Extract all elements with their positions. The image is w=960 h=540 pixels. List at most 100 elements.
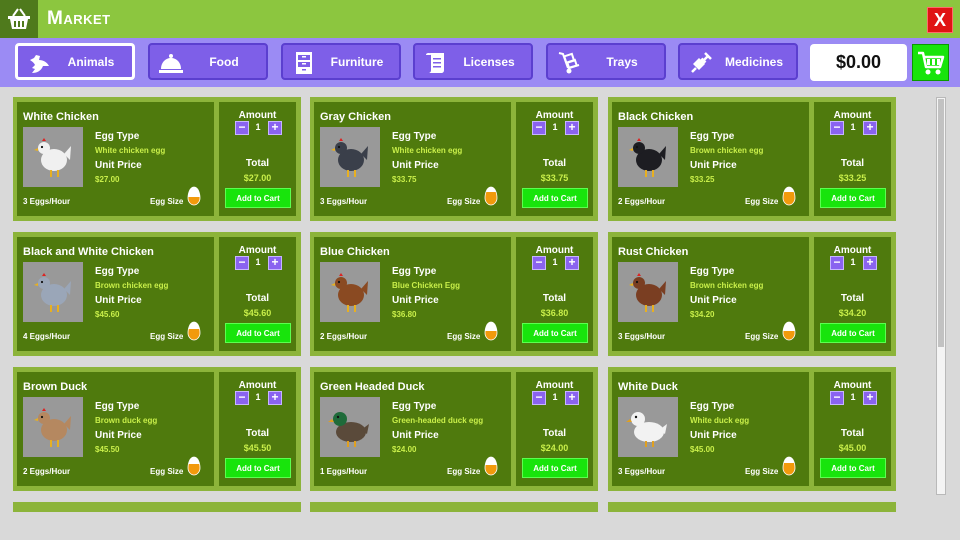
amount-panel: Amount −1 + Total $36.80 Add to Cart (516, 237, 593, 351)
amount-panel: Amount −1 + Total $33.75 Add to Cart (516, 102, 593, 216)
egg-type-label: Egg Type (95, 131, 140, 142)
product-card: Black Chicken Egg Type Brown chicken egg Un… (608, 97, 896, 221)
scrollbar[interactable] (936, 97, 946, 495)
total-value: $24.00 (540, 443, 569, 453)
unit-price-value: $24.00 (392, 445, 417, 454)
tab-furniture[interactable]: Furniture (281, 43, 401, 80)
amount-value: 1 (255, 392, 261, 402)
egg-rate: 4 Eggs/Hour (23, 332, 71, 341)
decrease-amount-button[interactable]: − (830, 121, 844, 135)
unit-price-value: $36.80 (392, 310, 417, 319)
product-info-panel: Black and White Chicken Egg Type Brown chi… (17, 237, 214, 351)
egg-type-value: Brown chicken egg (95, 281, 169, 290)
tab-trays[interactable]: Trays (546, 43, 666, 80)
egg-size-label: Egg Size (150, 467, 184, 476)
unit-price-value: $45.00 (690, 445, 715, 454)
unit-price-label: Unit Price (95, 160, 142, 171)
unit-price-label: Unit Price (392, 430, 439, 441)
increase-amount-button[interactable]: + (565, 256, 579, 270)
total-label: Total (245, 158, 270, 169)
increase-amount-button[interactable]: + (268, 121, 282, 135)
add-to-cart-button[interactable]: Add to Cart (522, 458, 588, 478)
total-value: $36.80 (540, 308, 569, 318)
scrollbar-thumb[interactable] (938, 99, 944, 347)
add-to-cart-button[interactable]: Add to Cart (225, 458, 291, 478)
tab-label: Animals (67, 54, 115, 69)
decrease-amount-button[interactable]: − (830, 256, 844, 270)
hand-truck-icon (556, 50, 582, 76)
amount-value: 1 (255, 122, 261, 132)
tab-label: Trays (606, 54, 638, 69)
egg-type-label: Egg Type (392, 131, 437, 142)
egg-size-icon (782, 186, 796, 206)
egg-type-label: Egg Type (690, 401, 735, 412)
add-to-cart-button[interactable]: Add to Cart (522, 188, 588, 208)
tab-licenses[interactable]: Licenses (413, 43, 533, 80)
tab-label: Food (209, 54, 239, 69)
amount-label: Amount (238, 110, 277, 121)
product-name: Brown Duck (23, 381, 88, 393)
egg-size-label: Egg Size (447, 332, 481, 341)
product-info-panel: Blue Chicken Egg Type Blue Chicken Egg Unit… (314, 237, 511, 351)
amount-panel: Amount −1 + Total $45.00 Add to Cart (814, 372, 891, 486)
tab-animals[interactable]: Animals (15, 43, 135, 80)
egg-rate: 2 Eggs/Hour (23, 467, 71, 476)
product-list: White Chicken Egg Type White chicken egg Un… (0, 87, 960, 540)
total-label: Total (840, 293, 865, 304)
decrease-amount-button[interactable]: − (235, 256, 249, 270)
add-to-cart-button[interactable]: Add to Cart (522, 323, 588, 343)
add-to-cart-button[interactable]: Add to Cart (820, 458, 886, 478)
add-to-cart-button[interactable]: Add to Cart (820, 323, 886, 343)
increase-amount-button[interactable]: + (565, 121, 579, 135)
add-to-cart-button[interactable]: Add to Cart (820, 188, 886, 208)
product-image (23, 397, 83, 457)
amount-value: 1 (552, 392, 558, 402)
egg-type-value: Brown chicken egg (690, 146, 764, 155)
tab-food[interactable]: Food (148, 43, 268, 80)
unit-price-value: $45.60 (95, 310, 120, 319)
product-card: Brown Duck Egg Type Brown duck egg Unit Pri… (13, 367, 301, 491)
egg-size-label: Egg Size (745, 197, 779, 206)
tab-medicines[interactable]: Medicines (678, 43, 798, 80)
total-value: $33.75 (540, 173, 569, 183)
egg-size-label: Egg Size (745, 332, 779, 341)
egg-size-icon (187, 186, 201, 206)
increase-amount-button[interactable]: + (863, 121, 877, 135)
product-info-panel: Green Headed Duck Egg Type Green-headed du… (314, 372, 511, 486)
decrease-amount-button[interactable]: − (532, 256, 546, 270)
product-card: Blue Chicken Egg Type Blue Chicken Egg Unit… (310, 232, 598, 356)
decrease-amount-button[interactable]: − (235, 391, 249, 405)
bird-icon (26, 51, 52, 77)
tab-label: Medicines (724, 54, 784, 69)
egg-rate: 3 Eggs/Hour (618, 332, 666, 341)
add-to-cart-button[interactable]: Add to Cart (225, 188, 291, 208)
decrease-amount-button[interactable]: − (532, 391, 546, 405)
cart-button[interactable] (912, 44, 949, 81)
egg-size-icon (484, 456, 498, 476)
cabinet-icon (291, 50, 317, 76)
egg-type-label: Egg Type (690, 131, 735, 142)
egg-rate: 3 Eggs/Hour (23, 197, 71, 206)
close-button[interactable]: X (927, 7, 953, 33)
product-name: Black Chicken (618, 111, 694, 123)
increase-amount-button[interactable]: + (268, 391, 282, 405)
tab-label: Furniture (330, 54, 384, 69)
egg-type-value: White duck egg (690, 416, 750, 425)
increase-amount-button[interactable]: + (863, 256, 877, 270)
product-card: Gray Chicken Egg Type White chicken egg Uni… (310, 97, 598, 221)
product-image (618, 127, 678, 187)
egg-size-icon (782, 321, 796, 341)
increase-amount-button[interactable]: + (268, 256, 282, 270)
decrease-amount-button[interactable]: − (830, 391, 844, 405)
decrease-amount-button[interactable]: − (532, 121, 546, 135)
amount-label: Amount (238, 380, 277, 391)
increase-amount-button[interactable]: + (863, 391, 877, 405)
window-title: Market (47, 8, 111, 29)
egg-size-label: Egg Size (150, 197, 184, 206)
increase-amount-button[interactable]: + (565, 391, 579, 405)
amount-panel: Amount −1 + Total $27.00 Add to Cart (219, 102, 296, 216)
decrease-amount-button[interactable]: − (235, 121, 249, 135)
egg-size-icon (187, 456, 201, 476)
add-to-cart-button[interactable]: Add to Cart (225, 323, 291, 343)
product-image (320, 397, 380, 457)
